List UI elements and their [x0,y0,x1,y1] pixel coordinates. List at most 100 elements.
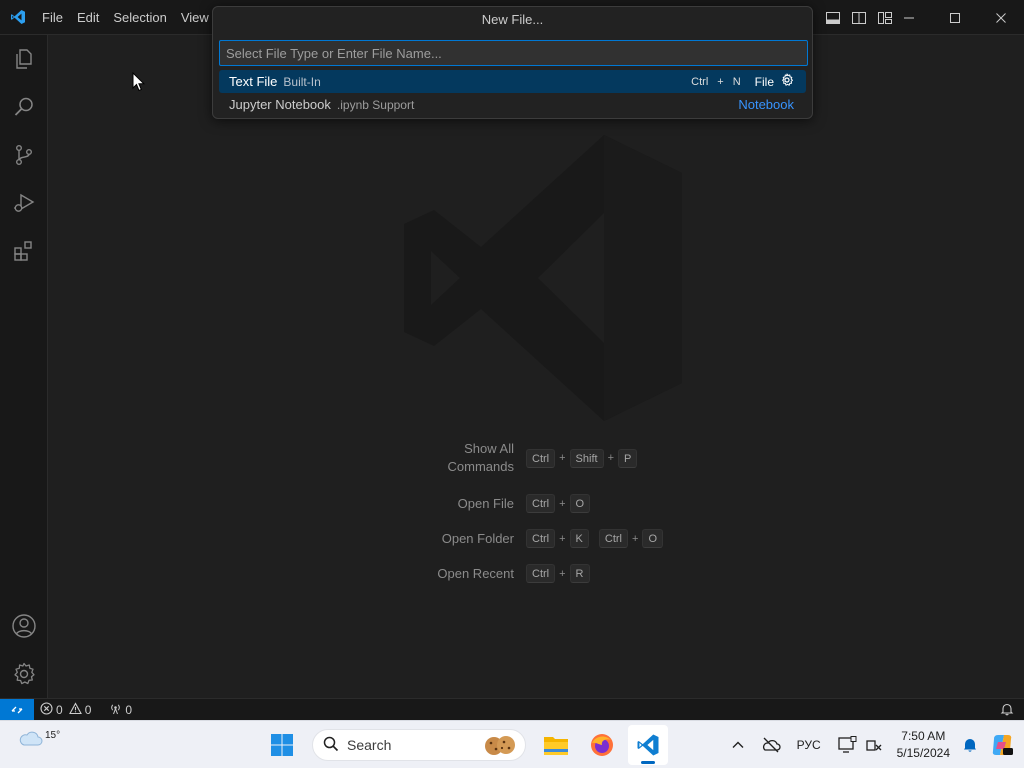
taskbar-search-box[interactable]: Search [312,729,526,761]
quick-pick-item-description: Built-In [283,74,321,89]
taskbar-apps: Search [262,725,668,765]
weather-temperature: 15° [45,730,61,741]
file-explorer-icon[interactable] [536,725,576,765]
search-icon[interactable] [0,83,48,131]
shortcut-label-line: Commands [447,459,514,474]
clock-date: 5/15/2024 [896,746,950,760]
explorer-icon[interactable] [0,35,48,83]
source-control-icon[interactable] [0,131,48,179]
quick-pick-item-detail: File [754,74,774,89]
new-file-quick-pick: New File... Text File Built-In Ctrl + N … [212,6,813,119]
copilot-icon[interactable] [984,721,1024,768]
onedrive-offline-icon[interactable] [753,721,789,768]
menu-edit[interactable]: Edit [70,0,106,35]
toggle-primary-sidebar-icon[interactable] [822,7,844,29]
menu-selection[interactable]: Selection [106,0,173,35]
menu-view[interactable]: View [174,0,216,35]
quick-pick-item-description: .ipynb Support [336,97,415,112]
key-plus: + [559,532,566,545]
close-icon[interactable] [978,0,1024,35]
quick-pick-title: New File... [481,12,544,27]
taskbar-search-label: Search [347,737,392,753]
vscode-watermark-icon [396,133,686,426]
clock-time: 7:50 AM [901,729,946,743]
manage-gear-icon[interactable] [0,650,48,698]
keybinding-key: Ctrl [691,75,709,88]
error-icon [40,701,53,718]
window-controls [886,0,1024,35]
editor-area: Show All Commands Ctrl + Shift + P Open File… [48,35,1024,698]
shortcut-label: Show All Commands [396,440,526,476]
shortcut-open-folder[interactable]: Open Folder Ctrl + K Ctrl + O [396,529,663,548]
warning-icon [68,701,82,718]
key-plus: + [559,452,566,464]
vscode-logo-icon [0,0,35,35]
key: Ctrl [526,564,556,583]
vscode-taskbar-icon[interactable] [628,725,668,765]
shortcut-label-line: Show All [464,441,514,456]
key: Ctrl [526,529,556,548]
accounts-icon[interactable] [0,602,48,650]
chevron-up-icon[interactable] [723,721,753,768]
shortcut-show-all-commands[interactable]: Show All Commands Ctrl + Shift + P [396,440,638,476]
key: K [569,529,589,548]
taskbar-clock[interactable]: 7:50 AM 5/15/2024 [891,728,956,762]
keybinding-plus: + [717,75,724,88]
shortcut-open-recent[interactable]: Open Recent Ctrl + R [396,564,590,583]
key-plus: + [607,452,614,464]
windows-taskbar: 15° Search РУС 7:50 AM 5/15/2024 [0,720,1024,768]
menu-bar: File Edit Selection View [35,0,216,35]
problems-status[interactable]: 0 0 [34,699,97,721]
windows-start-icon[interactable] [262,725,302,765]
key: O [569,494,591,513]
input-language[interactable]: РУС [789,721,829,768]
minimize-icon[interactable] [886,0,932,35]
broadcast-icon [109,702,122,718]
key: R [569,564,590,583]
quick-pick-item-notebook-link[interactable]: Notebook [738,97,794,112]
quick-pick-list: Text File Built-In Ctrl + N File Jupyter… [213,70,812,116]
keybinding-key: N [732,75,741,88]
weather-widget[interactable]: 15° [18,727,60,752]
remote-indicator-icon[interactable] [0,698,34,721]
key-plus: + [632,532,639,545]
quick-pick-input[interactable] [219,40,808,66]
shortcut-label: Open Recent [437,565,514,581]
shortcut-label: Open File [457,495,514,511]
gear-icon[interactable] [780,73,794,90]
cookies-icon [483,733,517,762]
key: P [618,448,638,468]
shortcut-open-file[interactable]: Open File Ctrl + O [396,494,591,513]
notification-bell-icon[interactable] [956,721,984,768]
key-plus: + [559,497,566,510]
key: Ctrl [526,494,556,513]
quick-pick-item-label: Text File [229,74,278,89]
network-icon[interactable] [865,721,891,768]
activity-bar-bottom [0,602,48,698]
run-debug-icon[interactable] [0,179,48,227]
shortcut-label: Open Folder [441,530,514,546]
display-icon[interactable] [829,721,865,768]
layout-controls [822,0,896,35]
key: Ctrl [598,529,628,548]
menu-file[interactable]: File [35,0,70,35]
system-tray: РУС 7:50 AM 5/15/2024 [723,721,1024,768]
error-count: 0 [56,702,63,717]
key: O [642,529,663,548]
ports-status[interactable]: 0 [103,699,138,721]
firefox-icon[interactable] [582,725,622,765]
quick-pick-item-text-file[interactable]: Text File Built-In Ctrl + N File [219,70,806,93]
maximize-icon[interactable] [932,0,978,35]
extensions-icon[interactable] [0,227,48,275]
notifications-bell-icon[interactable] [1000,702,1014,719]
cloud-weather-icon [18,727,44,752]
toggle-panel-icon[interactable] [848,7,870,29]
search-icon [323,736,339,755]
key-plus: + [559,567,566,580]
quick-pick-item-jupyter-notebook[interactable]: Jupyter Notebook .ipynb Support Notebook [219,93,806,116]
activity-bar [0,35,48,698]
status-bar: 0 0 0 [0,698,1024,721]
quick-pick-item-label: Jupyter Notebook [229,97,331,112]
warning-count: 0 [84,702,92,717]
mouse-cursor-icon [132,71,146,95]
